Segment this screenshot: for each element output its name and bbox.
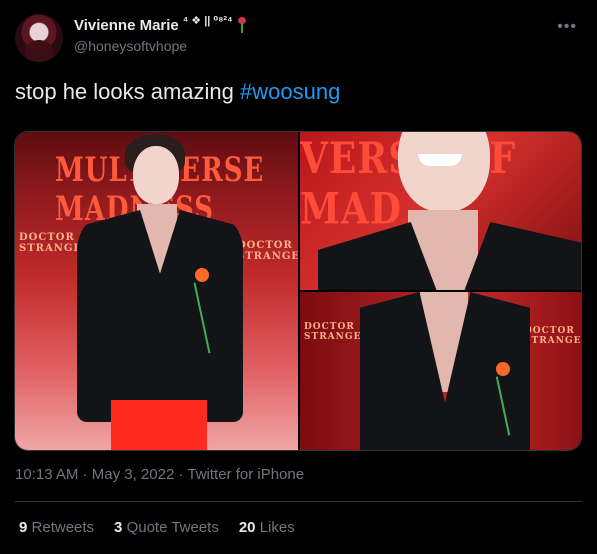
avatar[interactable] (15, 14, 63, 62)
likes-stat[interactable]: 20 Likes (239, 519, 295, 536)
author-handle[interactable]: @honeysoftvhope (74, 38, 247, 54)
quote-tweets-stat[interactable]: 3 Quote Tweets (114, 519, 219, 536)
figure-head (133, 146, 179, 204)
red-pants (111, 400, 207, 450)
flower-embroidery (195, 268, 209, 282)
tweet-time: 10:13 AM (15, 466, 79, 483)
more-options-icon[interactable]: ••• (557, 18, 577, 36)
rose-icon (237, 17, 247, 33)
banner-side-text-right: DOCTOR STRANGE (237, 240, 298, 262)
photo-3[interactable]: DOCTOR STRANGE DOCTOR STRANGE (300, 292, 582, 450)
flower-embroidery (496, 362, 510, 376)
quotes-count: 3 (114, 519, 123, 536)
likes-count: 20 (238, 519, 256, 536)
tweet-body: stop he looks amazing (15, 79, 241, 104)
banner-side-text: DOCTOR STRANGE (304, 322, 362, 342)
tweet-date: May 3, 2022 (91, 466, 175, 483)
display-name[interactable]: Vivienne Marie (74, 17, 179, 34)
photo-1[interactable]: MULTIVERSE MADNESS DOCTOR STRANGE DOCTOR… (15, 132, 298, 450)
banner-side-text-right: DOCTOR STRANGE (524, 326, 582, 346)
divider (15, 501, 582, 502)
photo-2[interactable]: VERSE OF MAD (300, 132, 581, 290)
engagement-stats: 9 Retweets 3 Quote Tweets 20 Likes (19, 519, 295, 536)
display-name-extra: ⁴ ❖ || ⁰⁸²⁴ (182, 14, 233, 27)
retweets-count: 9 (19, 519, 28, 536)
author-names: Vivienne Marie ⁴ ❖ || ⁰⁸²⁴ @honeysoftvho… (74, 15, 247, 54)
tweet-header: Vivienne Marie ⁴ ❖ || ⁰⁸²⁴ @honeysoftvho… (15, 12, 585, 64)
likes-label: Likes (259, 519, 295, 536)
media-grid: MULTIVERSE MADNESS DOCTOR STRANGE DOCTOR… (14, 131, 582, 451)
meta-separator: · (78, 466, 92, 483)
tweet-text: stop he looks amazing #woosung (15, 79, 340, 105)
retweets-label: Retweets (31, 519, 95, 536)
figure-smile (418, 154, 462, 166)
tweet-source[interactable]: Twitter for iPhone (187, 466, 304, 483)
meta-separator-2: · (174, 466, 188, 483)
hashtag-link[interactable]: #woosung (240, 79, 340, 104)
retweets-stat[interactable]: 9 Retweets (19, 519, 94, 536)
tweet-timestamp[interactable]: 10:13 AM · May 3, 2022 · Twitter for iPh… (15, 466, 304, 483)
quotes-label: Quote Tweets (126, 519, 219, 536)
banner-side-text: DOCTOR STRANGE (19, 232, 83, 254)
display-name-row[interactable]: Vivienne Marie ⁴ ❖ || ⁰⁸²⁴ (74, 15, 247, 35)
